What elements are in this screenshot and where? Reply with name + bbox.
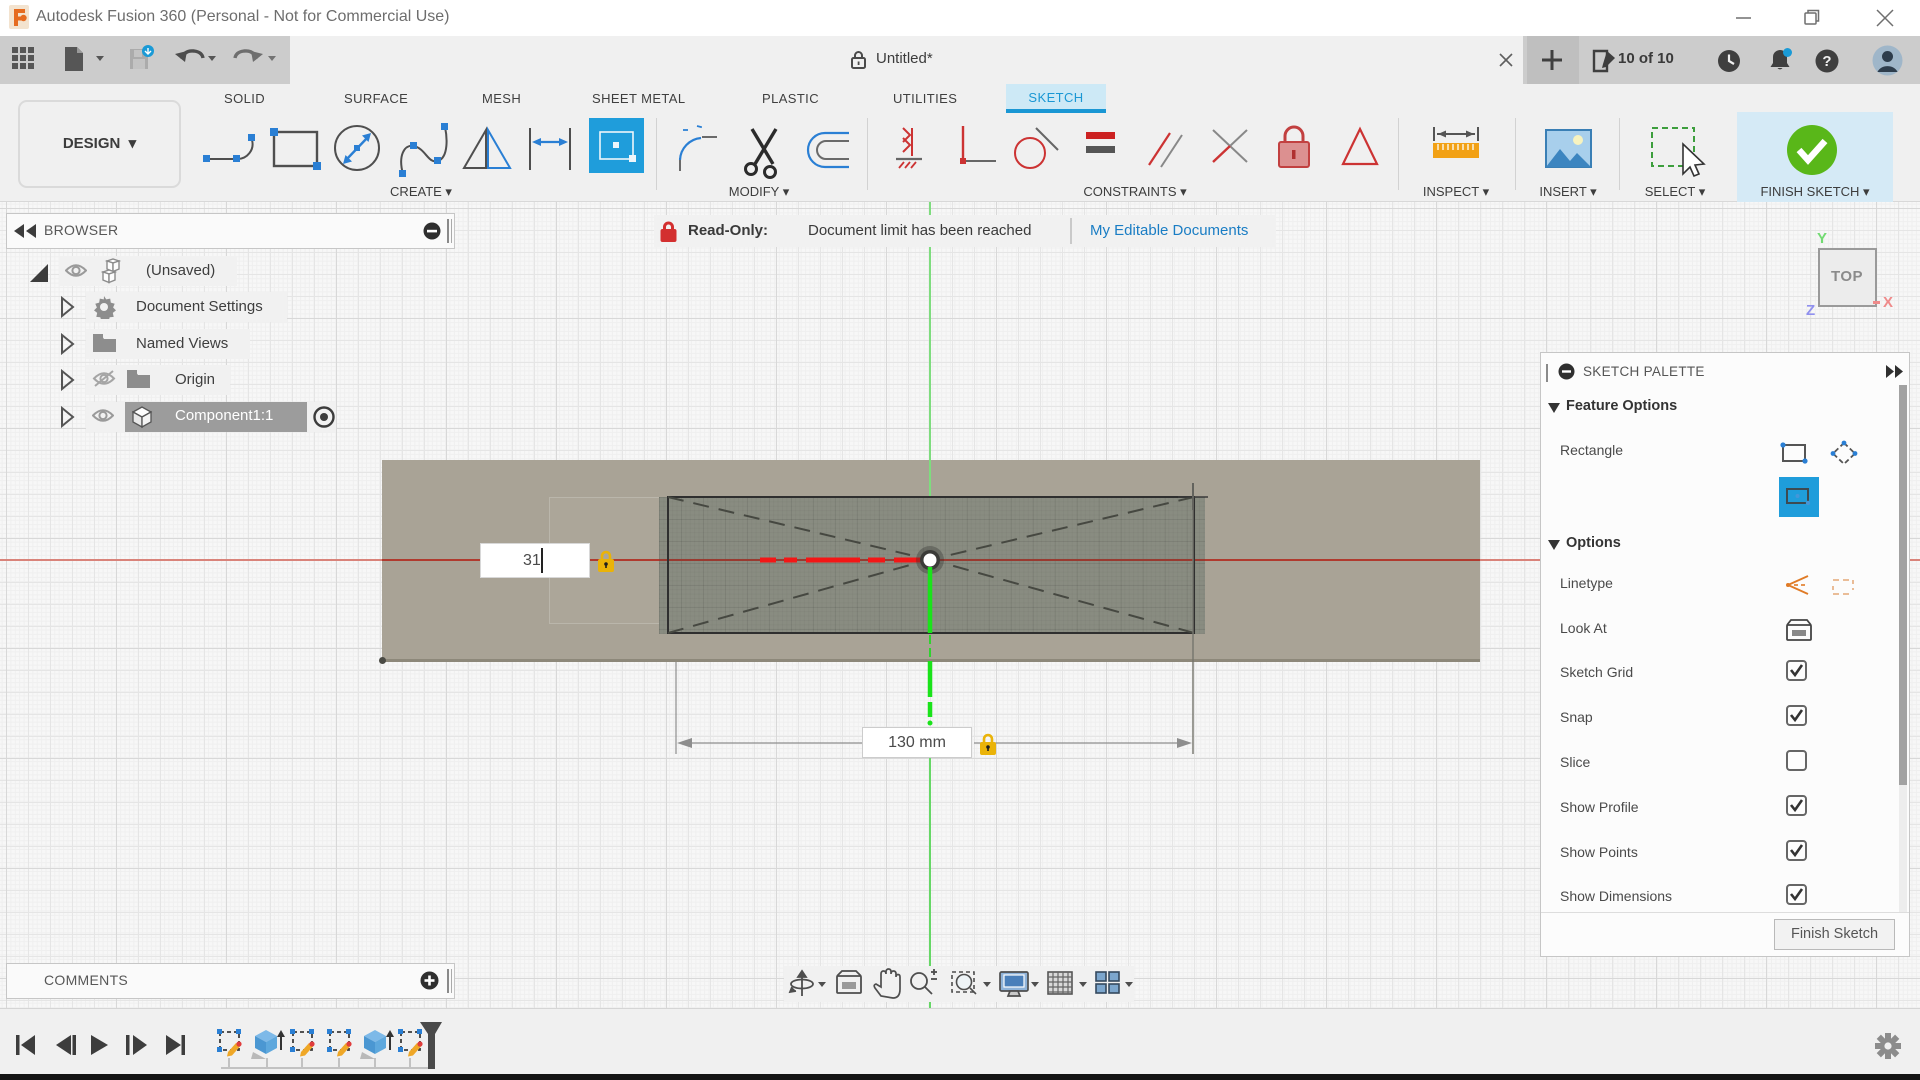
svg-text:?: ?: [1822, 53, 1831, 70]
